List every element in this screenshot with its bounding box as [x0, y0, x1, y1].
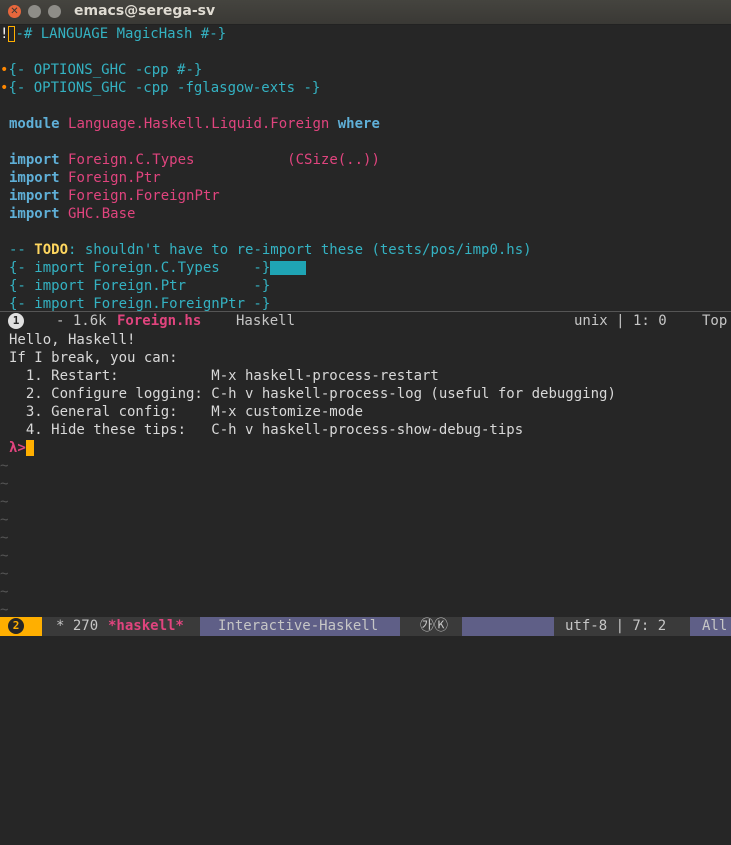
empty-line-marker: ~	[0, 458, 9, 474]
source-line-import-2: import Foreign.Ptr	[9, 170, 161, 186]
empty-line-marker: ~	[0, 584, 9, 600]
source-line-3: •{- OPTIONS_GHC -cpp #-}	[0, 62, 203, 78]
empty-line-marker: ~	[0, 512, 9, 528]
source-line-4: •{- OPTIONS_GHC -cpp -fglasgow-exts -}	[0, 80, 321, 96]
minimize-window-button[interactable]	[28, 5, 41, 18]
buffer-size: * 270	[56, 618, 99, 634]
source-line-comment-2: {- import Foreign.Ptr -}	[9, 278, 271, 294]
window-number-badge: 2	[0, 617, 42, 636]
repl-cursor	[25, 440, 34, 456]
source-line-comment-3: {- import Foreign.ForeignPtr -}	[9, 296, 271, 311]
maximize-window-button[interactable]	[48, 5, 61, 18]
buffer-size: - 1.6k	[56, 313, 107, 329]
encoding-position: utf-8 | 7: 2	[565, 618, 667, 634]
source-line-1: ! -# LANGUAGE MagicHash #-}	[0, 26, 227, 42]
source-line-import-4: import GHC.Base	[9, 206, 136, 222]
repl-line-6: 4. Hide these tips: C-h v haskell-proces…	[9, 422, 524, 438]
source-line-module: module Language.Haskell.Liquid.Foreign w…	[9, 116, 380, 132]
empty-line-marker: ~	[0, 476, 9, 492]
repl-line-2: If I break, you can:	[9, 350, 178, 366]
repl-line-4: 2. Configure logging: C-h v haskell-proc…	[9, 386, 616, 402]
buffer-name[interactable]: *haskell*	[108, 617, 184, 636]
empty-line-marker: ~	[0, 530, 9, 546]
major-mode[interactable]: Haskell	[236, 312, 295, 331]
repl-line-3: 1. Restart: M-x haskell-process-restart	[9, 368, 439, 384]
source-line-comment-1: {- import Foreign.C.Types -}	[9, 259, 307, 277]
window-title: emacs@serega-sv	[74, 3, 216, 19]
source-line-import-3: import Foreign.ForeignPtr	[9, 188, 220, 204]
highlight-block	[270, 261, 307, 275]
source-line-todo: -- TODO: shouldn't have to re-import the…	[9, 242, 532, 258]
modeline-repl[interactable]: 2 * 270 *haskell* Interactive-Haskell ㉮Ⓚ…	[0, 617, 731, 636]
source-line-import-1: import Foreign.C.Types (CSize(..))	[9, 152, 380, 168]
minor-mode-icons: ㉮Ⓚ	[420, 618, 448, 634]
buffer-name[interactable]: Foreign.hs	[117, 312, 201, 331]
window-number-badge: 1	[8, 313, 24, 329]
window-titlebar: ✕ emacs@serega-sv	[0, 0, 731, 25]
scroll-position: Top	[702, 313, 728, 329]
empty-line-marker: ~	[0, 548, 9, 564]
major-mode[interactable]: Interactive-Haskell	[218, 617, 378, 636]
empty-line-marker: ~	[0, 566, 9, 582]
editor-pane[interactable]: ! -# LANGUAGE MagicHash #-} •{- OPTIONS_G…	[0, 25, 731, 311]
modeline-editor[interactable]: 1 - 1.6k Foreign.hs Haskell unix | 1: 0 …	[0, 311, 731, 331]
scroll-position: All	[702, 618, 728, 634]
empty-line-marker: ~	[0, 494, 9, 510]
repl-prompt-line[interactable]: λ>	[9, 439, 34, 457]
repl-line-1: Hello, Haskell!	[9, 332, 136, 348]
repl-pane[interactable]: Hello, Haskell! If I break, you can: 1. …	[0, 331, 731, 618]
encoding-position: unix | 1: 0	[574, 313, 667, 329]
close-window-button[interactable]: ✕	[8, 5, 21, 18]
repl-line-5: 3. General config: M-x customize-mode	[9, 404, 364, 420]
repl-prompt: λ>	[9, 440, 26, 456]
